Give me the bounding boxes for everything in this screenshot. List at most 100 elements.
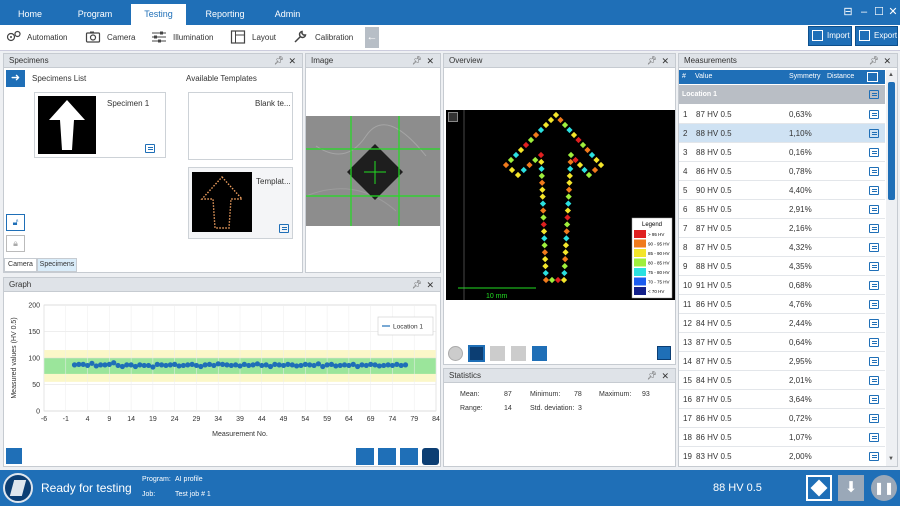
row-details-icon[interactable] bbox=[869, 110, 879, 119]
measurement-row[interactable]: 19 83 HV 0.5 2,00% bbox=[679, 447, 885, 465]
data-point[interactable] bbox=[89, 360, 95, 366]
data-point[interactable] bbox=[394, 361, 400, 367]
restore-panel-icon[interactable]: ⊟ bbox=[842, 6, 854, 18]
row-details-icon[interactable] bbox=[869, 148, 879, 157]
close-panel-icon[interactable]: ✕ bbox=[661, 54, 669, 68]
maximize-icon[interactable]: ☐ bbox=[873, 6, 885, 18]
export-button[interactable]: Export bbox=[855, 26, 898, 46]
camera-snapshot-icon[interactable] bbox=[532, 346, 547, 361]
row-details-icon[interactable] bbox=[869, 433, 879, 442]
measurement-row[interactable]: 12 84 HV 0.5 2,44% bbox=[679, 314, 885, 333]
row-details-icon[interactable] bbox=[869, 262, 879, 271]
calibration-button[interactable]: Calibration bbox=[315, 30, 353, 46]
tab-home[interactable]: Home bbox=[0, 4, 60, 25]
measurement-row[interactable]: 9 88 HV 0.5 4,35% bbox=[679, 257, 885, 276]
minimize-icon[interactable]: – bbox=[858, 6, 870, 18]
scrollbar-thumb[interactable] bbox=[888, 82, 895, 200]
tab-reporting[interactable]: Reporting bbox=[194, 4, 256, 25]
import-button[interactable]: Import bbox=[808, 26, 852, 46]
layout-button[interactable]: Layout bbox=[252, 30, 276, 46]
data-point[interactable] bbox=[389, 362, 396, 369]
data-point[interactable] bbox=[372, 362, 378, 368]
measurement-row[interactable]: 4 86 HV 0.5 0,78% bbox=[679, 162, 885, 181]
data-point[interactable] bbox=[150, 364, 156, 370]
data-point[interactable] bbox=[315, 361, 321, 367]
col-header-value[interactable]: Value bbox=[695, 70, 712, 84]
row-details-icon[interactable] bbox=[869, 167, 879, 176]
data-point[interactable] bbox=[193, 362, 200, 369]
data-point[interactable] bbox=[363, 362, 369, 369]
pin-icon[interactable]: 📌︎ bbox=[274, 54, 284, 68]
template-card[interactable]: Templat... bbox=[188, 167, 293, 239]
circle-select-icon[interactable] bbox=[468, 345, 485, 362]
tab-camera[interactable]: Camera bbox=[4, 258, 37, 272]
measurement-row[interactable]: 3 88 HV 0.5 0,16% bbox=[679, 143, 885, 162]
measurement-row[interactable]: 14 87 HV 0.5 2,95% bbox=[679, 352, 885, 371]
pin-icon[interactable]: 📌︎ bbox=[412, 278, 422, 292]
measurement-row[interactable]: 8 87 HV 0.5 4,32% bbox=[679, 238, 885, 257]
col-header-distance[interactable]: Distance bbox=[827, 70, 854, 84]
fit-view-icon[interactable] bbox=[657, 346, 671, 360]
circle-tool-icon[interactable] bbox=[448, 346, 463, 361]
data-point[interactable] bbox=[111, 360, 117, 366]
details-icon[interactable] bbox=[279, 224, 289, 233]
lock-icon[interactable]: 🔓︎ bbox=[6, 214, 25, 231]
measurement-row[interactable]: 2 88 HV 0.5 1,10% bbox=[679, 124, 885, 143]
camera-button[interactable]: Camera bbox=[107, 30, 135, 46]
pattern-tool-icon[interactable] bbox=[511, 346, 526, 361]
data-point[interactable] bbox=[250, 362, 256, 368]
measurement-row[interactable]: 1 87 HV 0.5 0,63% bbox=[679, 105, 885, 124]
row-details-icon[interactable] bbox=[869, 376, 879, 385]
menu-icon[interactable] bbox=[448, 112, 458, 122]
col-header-no[interactable]: # bbox=[682, 70, 686, 84]
pin-icon[interactable]: 📌︎ bbox=[869, 54, 879, 68]
measurement-row[interactable]: 6 85 HV 0.5 2,91% bbox=[679, 200, 885, 219]
chart-type-curve-icon[interactable] bbox=[378, 448, 396, 465]
data-point[interactable] bbox=[80, 361, 86, 367]
measurement-row[interactable]: 10 91 HV 0.5 0,68% bbox=[679, 276, 885, 295]
close-panel-icon[interactable]: ✕ bbox=[426, 54, 434, 68]
row-details-icon[interactable] bbox=[869, 205, 879, 214]
scroll-up-icon[interactable]: ▲ bbox=[888, 72, 895, 78]
row-details-icon[interactable] bbox=[869, 186, 879, 195]
group-details-icon[interactable] bbox=[869, 90, 879, 99]
col-header-symmetry[interactable]: Symmetry bbox=[789, 70, 821, 84]
column-chooser-icon[interactable] bbox=[867, 72, 878, 82]
row-details-icon[interactable] bbox=[869, 129, 879, 138]
specimen-card[interactable]: Specimen 1 bbox=[34, 92, 166, 158]
pin-icon[interactable]: 📌︎ bbox=[647, 369, 657, 383]
data-point[interactable] bbox=[189, 361, 195, 367]
data-point[interactable] bbox=[241, 361, 247, 367]
scroll-down-icon[interactable]: ▼ bbox=[888, 456, 895, 462]
measurement-row[interactable]: 13 87 HV 0.5 0,64% bbox=[679, 333, 885, 352]
data-point[interactable] bbox=[233, 362, 239, 368]
pin-icon[interactable]: 📌︎ bbox=[412, 54, 422, 68]
download-icon[interactable]: ⬇ bbox=[838, 475, 864, 501]
data-point[interactable] bbox=[115, 362, 121, 369]
measurement-row[interactable]: 18 86 HV 0.5 1,07% bbox=[679, 428, 885, 447]
close-panel-icon[interactable]: ✕ bbox=[661, 369, 669, 383]
close-icon[interactable]: ✕ bbox=[887, 6, 899, 18]
row-details-icon[interactable] bbox=[869, 452, 879, 461]
illumination-button[interactable]: Illumination bbox=[173, 30, 213, 46]
measurement-row[interactable]: 5 90 HV 0.5 4,40% bbox=[679, 181, 885, 200]
row-details-icon[interactable] bbox=[869, 338, 879, 347]
row-details-icon[interactable] bbox=[869, 224, 879, 233]
row-details-icon[interactable] bbox=[869, 414, 879, 423]
data-point[interactable] bbox=[298, 362, 304, 369]
row-details-icon[interactable] bbox=[869, 395, 879, 404]
measurements-scrollbar[interactable]: ▲ ▼ bbox=[886, 70, 897, 466]
pin-icon[interactable]: 📌︎ bbox=[647, 54, 657, 68]
row-details-icon[interactable] bbox=[869, 281, 879, 290]
close-panel-icon[interactable]: ✕ bbox=[426, 278, 434, 292]
chart-settings-icon[interactable] bbox=[6, 448, 22, 464]
measurement-row[interactable]: 11 86 HV 0.5 4,76% bbox=[679, 295, 885, 314]
group-header-location[interactable]: Location 1 bbox=[679, 85, 885, 104]
tab-program[interactable]: Program bbox=[60, 4, 130, 25]
automation-button[interactable]: Automation bbox=[27, 30, 67, 46]
shape-tool-icon[interactable] bbox=[490, 346, 505, 361]
data-point[interactable] bbox=[93, 363, 99, 369]
row-details-icon[interactable] bbox=[869, 319, 879, 328]
measurement-row[interactable]: 7 87 HV 0.5 2,16% bbox=[679, 219, 885, 238]
chart-type-zigzag-icon[interactable] bbox=[400, 448, 418, 465]
